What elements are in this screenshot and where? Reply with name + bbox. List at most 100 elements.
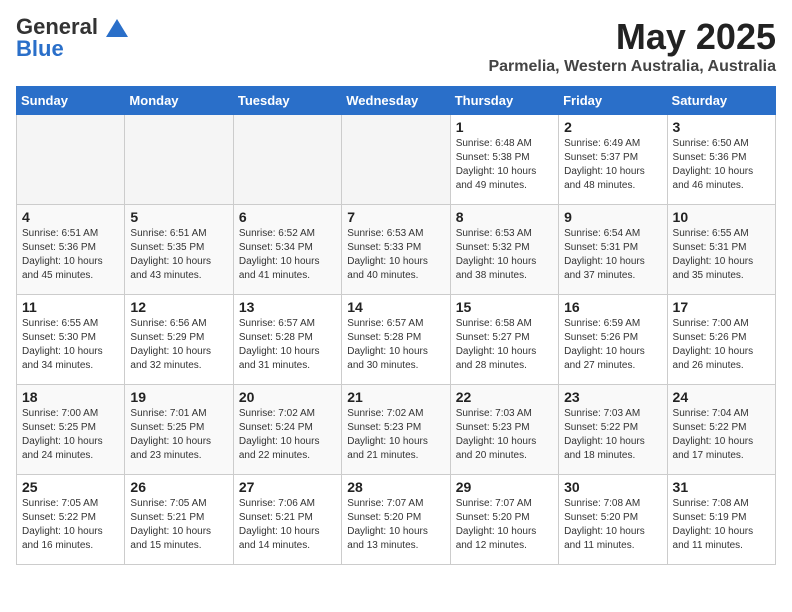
day-number: 6: [239, 209, 336, 225]
calendar-cell: 30 Sunrise: 7:08 AM Sunset: 5:20 PM Dayli…: [559, 475, 667, 565]
calendar-week-row: 4Sunrise: 6:51 AM Sunset: 5:36 PM Daylig…: [17, 205, 776, 295]
day-number: 20: [239, 389, 336, 405]
calendar-cell: 20 Sunrise: 7:02 AM Sunset: 5:24 PM Dayli…: [233, 385, 341, 475]
day-info: Sunrise: 7:05 AM Sunset: 5:22 PM Dayligh…: [22, 497, 119, 553]
day-info: Sunrise: 6:55 AM Sunset: 5:30 PM Dayligh…: [22, 317, 119, 373]
calendar-cell: [342, 115, 450, 205]
month-title: May 2025: [488, 16, 776, 58]
day-info: Sunrise: 7:08 AM Sunset: 5:19 PM Dayligh…: [673, 497, 770, 553]
day-number: 31: [673, 479, 770, 495]
calendar-cell: 15 Sunrise: 6:58 AM Sunset: 5:27 PM Dayli…: [450, 295, 558, 385]
day-info: Sunrise: 6:54 AM Sunset: 5:31 PM Dayligh…: [564, 227, 661, 283]
day-number: 29: [456, 479, 553, 495]
day-info: Sunrise: 7:07 AM Sunset: 5:20 PM Dayligh…: [456, 497, 553, 553]
day-number: 18: [22, 389, 119, 405]
calendar-cell: 21Sunrise: 7:02 AM Sunset: 5:23 PM Dayli…: [342, 385, 450, 475]
calendar-cell: 14 Sunrise: 6:57 AM Sunset: 5:28 PM Dayli…: [342, 295, 450, 385]
calendar-table: SundayMondayTuesdayWednesdayThursdayFrid…: [16, 86, 776, 565]
day-info: Sunrise: 6:59 AM Sunset: 5:26 PM Dayligh…: [564, 317, 661, 373]
calendar-cell: 7 Sunrise: 6:53 AM Sunset: 5:33 PM Daylig…: [342, 205, 450, 295]
day-info: Sunrise: 7:08 AM Sunset: 5:20 PM Dayligh…: [564, 497, 661, 553]
day-number: 22: [456, 389, 553, 405]
calendar-cell: 16Sunrise: 6:59 AM Sunset: 5:26 PM Dayli…: [559, 295, 667, 385]
calendar-cell: 13 Sunrise: 6:57 AM Sunset: 5:28 PM Dayli…: [233, 295, 341, 385]
day-number: 25: [22, 479, 119, 495]
day-info: Sunrise: 6:58 AM Sunset: 5:27 PM Dayligh…: [456, 317, 553, 373]
calendar-cell: 2Sunrise: 6:49 AM Sunset: 5:37 PM Daylig…: [559, 115, 667, 205]
day-number: 7: [347, 209, 444, 225]
day-info: Sunrise: 6:57 AM Sunset: 5:28 PM Dayligh…: [239, 317, 336, 373]
calendar-cell: 29 Sunrise: 7:07 AM Sunset: 5:20 PM Dayli…: [450, 475, 558, 565]
calendar-cell: [125, 115, 233, 205]
calendar-cell: 23 Sunrise: 7:03 AM Sunset: 5:22 PM Dayli…: [559, 385, 667, 475]
day-info: Sunrise: 6:50 AM Sunset: 5:36 PM Dayligh…: [673, 137, 770, 193]
weekday-header: Saturday: [667, 87, 775, 115]
calendar-cell: 18 Sunrise: 7:00 AM Sunset: 5:25 PM Dayli…: [17, 385, 125, 475]
logo: General Blue: [16, 16, 128, 62]
day-number: 28: [347, 479, 444, 495]
day-number: 5: [130, 209, 227, 225]
calendar-week-row: 18 Sunrise: 7:00 AM Sunset: 5:25 PM Dayli…: [17, 385, 776, 475]
day-info: Sunrise: 7:00 AM Sunset: 5:26 PM Dayligh…: [673, 317, 770, 373]
weekday-header: Wednesday: [342, 87, 450, 115]
calendar-cell: 24Sunrise: 7:04 AM Sunset: 5:22 PM Dayli…: [667, 385, 775, 475]
calendar-cell: 1Sunrise: 6:48 AM Sunset: 5:38 PM Daylig…: [450, 115, 558, 205]
day-number: 15: [456, 299, 553, 315]
calendar-cell: 26Sunrise: 7:05 AM Sunset: 5:21 PM Dayli…: [125, 475, 233, 565]
day-number: 19: [130, 389, 227, 405]
calendar-week-row: 11 Sunrise: 6:55 AM Sunset: 5:30 PM Dayli…: [17, 295, 776, 385]
calendar-cell: 9 Sunrise: 6:54 AM Sunset: 5:31 PM Daylig…: [559, 205, 667, 295]
calendar-cell: 5 Sunrise: 6:51 AM Sunset: 5:35 PM Daylig…: [125, 205, 233, 295]
page-header: General Blue May 2025 Parmelia, Western …: [16, 16, 776, 76]
day-info: Sunrise: 7:03 AM Sunset: 5:23 PM Dayligh…: [456, 407, 553, 463]
location-title: Parmelia, Western Australia, Australia: [488, 58, 776, 76]
day-info: Sunrise: 6:56 AM Sunset: 5:29 PM Dayligh…: [130, 317, 227, 373]
calendar-cell: 3 Sunrise: 6:50 AM Sunset: 5:36 PM Daylig…: [667, 115, 775, 205]
day-number: 14: [347, 299, 444, 315]
calendar-cell: 10Sunrise: 6:55 AM Sunset: 5:31 PM Dayli…: [667, 205, 775, 295]
calendar-cell: 11 Sunrise: 6:55 AM Sunset: 5:30 PM Dayli…: [17, 295, 125, 385]
calendar-week-row: 1Sunrise: 6:48 AM Sunset: 5:38 PM Daylig…: [17, 115, 776, 205]
day-info: Sunrise: 7:01 AM Sunset: 5:25 PM Dayligh…: [130, 407, 227, 463]
weekday-header: Friday: [559, 87, 667, 115]
day-number: 9: [564, 209, 661, 225]
day-info: Sunrise: 6:48 AM Sunset: 5:38 PM Dayligh…: [456, 137, 553, 193]
logo-arrow-icon: [106, 19, 128, 37]
day-number: 4: [22, 209, 119, 225]
day-number: 10: [673, 209, 770, 225]
weekday-header: Monday: [125, 87, 233, 115]
calendar-cell: 4Sunrise: 6:51 AM Sunset: 5:36 PM Daylig…: [17, 205, 125, 295]
calendar-cell: [17, 115, 125, 205]
day-number: 30: [564, 479, 661, 495]
weekday-header: Thursday: [450, 87, 558, 115]
calendar-cell: 6 Sunrise: 6:52 AM Sunset: 5:34 PM Daylig…: [233, 205, 341, 295]
day-info: Sunrise: 7:00 AM Sunset: 5:25 PM Dayligh…: [22, 407, 119, 463]
calendar-cell: 28 Sunrise: 7:07 AM Sunset: 5:20 PM Dayli…: [342, 475, 450, 565]
day-info: Sunrise: 6:53 AM Sunset: 5:32 PM Dayligh…: [456, 227, 553, 283]
day-number: 13: [239, 299, 336, 315]
day-info: Sunrise: 6:51 AM Sunset: 5:35 PM Dayligh…: [130, 227, 227, 283]
calendar-cell: 17 Sunrise: 7:00 AM Sunset: 5:26 PM Dayli…: [667, 295, 775, 385]
day-info: Sunrise: 7:04 AM Sunset: 5:22 PM Dayligh…: [673, 407, 770, 463]
day-info: Sunrise: 7:02 AM Sunset: 5:23 PM Dayligh…: [347, 407, 444, 463]
weekday-header: Tuesday: [233, 87, 341, 115]
title-block: May 2025 Parmelia, Western Australia, Au…: [488, 16, 776, 76]
day-info: Sunrise: 6:52 AM Sunset: 5:34 PM Dayligh…: [239, 227, 336, 283]
calendar-week-row: 25 Sunrise: 7:05 AM Sunset: 5:22 PM Dayli…: [17, 475, 776, 565]
day-info: Sunrise: 6:53 AM Sunset: 5:33 PM Dayligh…: [347, 227, 444, 283]
calendar-cell: 22 Sunrise: 7:03 AM Sunset: 5:23 PM Dayli…: [450, 385, 558, 475]
day-info: Sunrise: 7:02 AM Sunset: 5:24 PM Dayligh…: [239, 407, 336, 463]
weekday-header: Sunday: [17, 87, 125, 115]
day-number: 3: [673, 119, 770, 135]
day-number: 23: [564, 389, 661, 405]
calendar-cell: 25 Sunrise: 7:05 AM Sunset: 5:22 PM Dayli…: [17, 475, 125, 565]
calendar-cell: 8Sunrise: 6:53 AM Sunset: 5:32 PM Daylig…: [450, 205, 558, 295]
calendar-cell: 12Sunrise: 6:56 AM Sunset: 5:29 PM Dayli…: [125, 295, 233, 385]
calendar-cell: [233, 115, 341, 205]
day-info: Sunrise: 7:07 AM Sunset: 5:20 PM Dayligh…: [347, 497, 444, 553]
day-number: 2: [564, 119, 661, 135]
day-info: Sunrise: 7:03 AM Sunset: 5:22 PM Dayligh…: [564, 407, 661, 463]
day-info: Sunrise: 6:57 AM Sunset: 5:28 PM Dayligh…: [347, 317, 444, 373]
day-number: 17: [673, 299, 770, 315]
day-number: 11: [22, 299, 119, 315]
